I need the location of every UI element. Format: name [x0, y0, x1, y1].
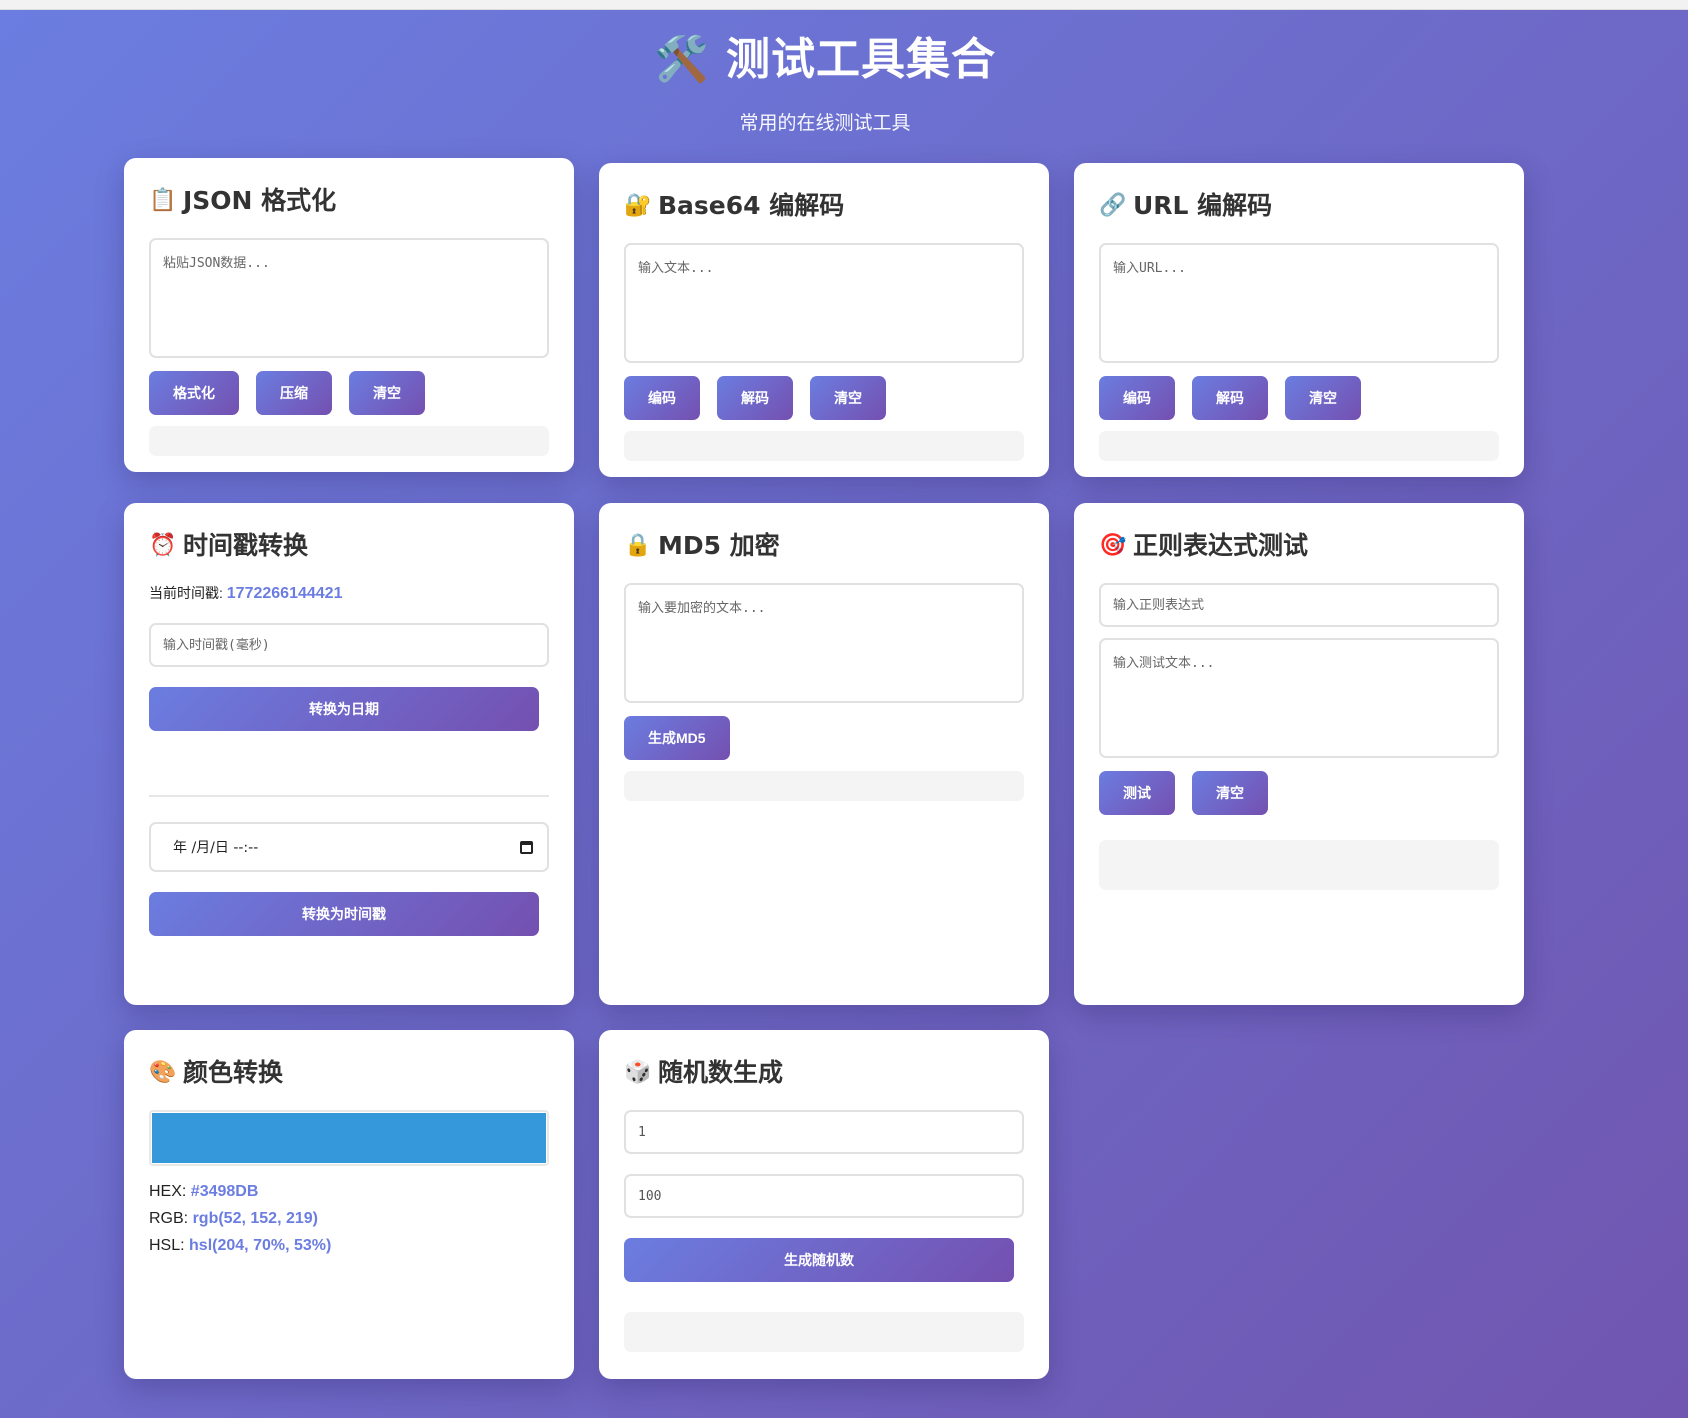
json-input[interactable]: [149, 238, 549, 358]
current-timestamp: 当前时间戳: 1772266144421: [149, 583, 549, 603]
regex-title: 正则表达式测试: [1133, 531, 1309, 560]
current-timestamp-label: 当前时间戳:: [149, 585, 223, 601]
card-title: 🎲 随机数生成: [624, 1056, 1024, 1090]
page-header: 🛠️ 测试工具集合 常用的在线测试工具: [0, 30, 1650, 135]
timestamp-title: 时间戳转换: [183, 531, 309, 560]
decode-button[interactable]: 解码: [717, 376, 793, 420]
divider: [149, 795, 549, 797]
json-result: [149, 426, 549, 456]
current-timestamp-value: 1772266144421: [226, 585, 343, 602]
timestamp-card: ⏰ 时间戳转换 当前时间戳: 1772266144421 转换为日期 年 /月/…: [124, 503, 574, 1005]
card-title: ⏰ 时间戳转换: [149, 529, 549, 563]
rgb-line: RGB: rgb(52, 152, 219): [149, 1210, 549, 1228]
lock-icon: 🔒: [624, 533, 652, 558]
url-card: 🔗 URL 编解码 编码 解码 清空: [1074, 163, 1524, 477]
hsl-label: HSL:: [149, 1237, 185, 1254]
link-icon: 🔗: [1099, 193, 1127, 218]
rgb-label: RGB:: [149, 1210, 189, 1227]
hex-value: #3498DB: [190, 1183, 259, 1200]
regex-result: [1099, 840, 1499, 890]
url-title: URL 编解码: [1133, 191, 1273, 220]
timestamp-input[interactable]: [149, 623, 549, 667]
dice-icon: 🎲: [624, 1060, 652, 1085]
compress-button[interactable]: 压缩: [256, 371, 332, 415]
hsl-line: HSL: hsl(204, 70%, 53%): [149, 1237, 549, 1255]
target-icon: 🎯: [1099, 533, 1127, 558]
clear-button[interactable]: 清空: [810, 376, 886, 420]
browser-top-edge: [0, 0, 1688, 10]
regex-card: 🎯 正则表达式测试 测试 清空: [1074, 503, 1524, 1005]
card-title: 📋 JSON 格式化: [149, 184, 549, 218]
lock-key-icon: 🔐: [624, 193, 652, 218]
md5-title: MD5 加密: [658, 531, 780, 560]
card-title: 🎯 正则表达式测试: [1099, 529, 1499, 563]
hsl-value: hsl(204, 70%, 53%): [189, 1237, 332, 1254]
min-input[interactable]: [624, 1110, 1024, 1154]
alarm-clock-icon: ⏰: [149, 533, 177, 558]
base64-card: 🔐 Base64 编解码 编码 解码 清空: [599, 163, 1049, 477]
to-timestamp-button[interactable]: 转换为时间戳: [149, 892, 539, 936]
test-button[interactable]: 测试: [1099, 771, 1175, 815]
clear-button[interactable]: 清空: [1192, 771, 1268, 815]
format-button[interactable]: 格式化: [149, 371, 239, 415]
calendar-icon[interactable]: [520, 840, 533, 854]
card-title: 🔗 URL 编解码: [1099, 189, 1499, 223]
page-title: 🛠️ 测试工具集合: [653, 34, 997, 85]
url-result: [1099, 431, 1499, 461]
json-formatter-card: 📋 JSON 格式化 格式化 压缩 清空: [124, 158, 574, 472]
color-picker[interactable]: [149, 1110, 549, 1166]
random-card: 🎲 随机数生成 生成随机数: [599, 1030, 1049, 1379]
card-title: 🔐 Base64 编解码: [624, 189, 1024, 223]
color-card: 🎨 颜色转换 HEX: #3498DB RGB: rgb(52, 152, 21…: [124, 1030, 574, 1379]
encode-button[interactable]: 编码: [1099, 376, 1175, 420]
decode-button[interactable]: 解码: [1192, 376, 1268, 420]
max-input[interactable]: [624, 1174, 1024, 1218]
json-title: JSON 格式化: [183, 186, 337, 215]
color-swatch: [152, 1113, 546, 1163]
regex-text-input[interactable]: [1099, 638, 1499, 758]
base64-input[interactable]: [624, 243, 1024, 363]
base64-result: [624, 431, 1024, 461]
md5-result: [624, 771, 1024, 801]
md5-input[interactable]: [624, 583, 1024, 703]
url-input[interactable]: [1099, 243, 1499, 363]
datetime-value: 年 /月/日 --:--: [173, 840, 259, 856]
hex-label: HEX:: [149, 1183, 187, 1200]
hex-line: HEX: #3498DB: [149, 1183, 549, 1201]
card-title: 🔒 MD5 加密: [624, 529, 1024, 563]
random-title: 随机数生成: [658, 1058, 784, 1087]
clipboard-icon: 📋: [149, 188, 177, 213]
base64-title: Base64 编解码: [658, 191, 845, 220]
rgb-value: rgb(52, 152, 219): [192, 1210, 318, 1227]
random-result: [624, 1312, 1024, 1352]
generate-md5-button[interactable]: 生成MD5: [624, 716, 730, 760]
encode-button[interactable]: 编码: [624, 376, 700, 420]
md5-card: 🔒 MD5 加密 生成MD5: [599, 503, 1049, 1005]
page-subtitle: 常用的在线测试工具: [739, 112, 911, 134]
color-title: 颜色转换: [183, 1058, 284, 1087]
to-date-button[interactable]: 转换为日期: [149, 687, 539, 731]
generate-random-button[interactable]: 生成随机数: [624, 1238, 1014, 1282]
card-title: 🎨 颜色转换: [149, 1056, 549, 1090]
clear-button[interactable]: 清空: [1285, 376, 1361, 420]
regex-pattern-input[interactable]: [1099, 583, 1499, 627]
palette-icon: 🎨: [149, 1060, 177, 1085]
datetime-input[interactable]: 年 /月/日 --:--: [149, 822, 549, 872]
clear-button[interactable]: 清空: [349, 371, 425, 415]
